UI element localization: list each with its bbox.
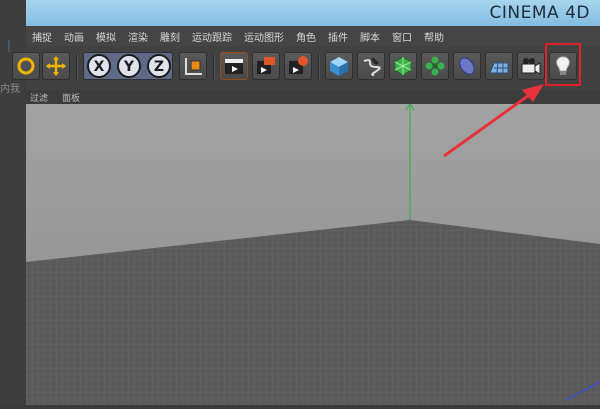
render-picture-viewer-button[interactable] [252, 52, 280, 80]
menu-bar: 捕捉 动画 模拟 渲染 雕刻 运动跟踪 运动图形 角色 插件 脚本 窗口 帮助 [26, 26, 600, 46]
menu-item-help[interactable]: 帮助 [418, 29, 450, 44]
svg-text:Z: Z [154, 59, 164, 75]
light-button-highlight-box [545, 43, 581, 86]
render-settings-icon [289, 56, 308, 74]
render-view-button[interactable] [220, 52, 248, 80]
title-bar: CINEMA 4D [26, 0, 600, 26]
menu-item-motion-tracking[interactable]: 运动跟踪 [186, 29, 238, 44]
left-panel-label: 内我 [0, 84, 20, 95]
toolbar-separator [213, 54, 215, 80]
menu-item-render[interactable]: 渲染 [122, 29, 154, 44]
axis-z-icon: Z [147, 54, 171, 78]
menu-item-simulate[interactable]: 模拟 [90, 29, 122, 44]
viewport-canvas [26, 102, 600, 405]
menu-item-script[interactable]: 脚本 [354, 29, 386, 44]
coordinate-system-button[interactable] [179, 52, 207, 80]
menu-item-snap[interactable]: 捕捉 [26, 29, 58, 44]
menu-item-mograph[interactable]: 运动图形 [238, 29, 290, 44]
toolbar-separator [318, 54, 320, 80]
subdivision-surface-button[interactable] [389, 52, 417, 80]
app-title: CINEMA 4D [489, 3, 590, 23]
floor-icon [489, 62, 509, 74]
render-settings-button[interactable] [284, 52, 312, 80]
axis-z-button[interactable]: Z [145, 52, 173, 80]
menu-item-window[interactable]: 窗口 [386, 29, 418, 44]
viewport-menu-filter[interactable]: 过滤 [26, 91, 52, 104]
spline-pen-icon [363, 57, 381, 76]
subdivision-surface-icon [394, 56, 412, 76]
array-icon [425, 56, 445, 76]
menu-item-animation[interactable]: 动画 [58, 29, 90, 44]
svg-text:Y: Y [123, 59, 135, 75]
camera-button[interactable] [517, 52, 545, 80]
array-button[interactable] [421, 52, 449, 80]
coordinate-system-icon [185, 58, 202, 75]
render-view-icon [225, 59, 243, 74]
left-panel-fragment [0, 40, 10, 52]
toolbar-separator [76, 54, 78, 80]
axis-x-button[interactable]: X [85, 52, 113, 80]
rotate-tool-button[interactable] [12, 52, 40, 80]
rotate-icon [17, 57, 35, 75]
3d-viewport[interactable] [26, 102, 600, 405]
axis-x-icon: X [87, 54, 111, 78]
floor-button[interactable] [485, 52, 513, 80]
svg-text:X: X [94, 59, 105, 75]
camera-icon [521, 58, 541, 75]
axis-y-button[interactable]: Y [115, 52, 143, 80]
cube-icon [330, 57, 348, 76]
cube-button[interactable] [325, 52, 353, 80]
viewport-menu-bar: 过滤 面板 [26, 90, 600, 104]
menu-item-character[interactable]: 角色 [290, 29, 322, 44]
move-tool-button[interactable] [42, 52, 70, 80]
main-toolbar: X Y Z [12, 46, 600, 90]
axis-y-icon: Y [117, 54, 141, 78]
deformer-icon [459, 57, 475, 75]
viewport-menu-panel[interactable]: 面板 [58, 91, 84, 104]
spline-pen-button[interactable] [357, 52, 385, 80]
menu-item-plugins[interactable]: 插件 [322, 29, 354, 44]
deformer-button[interactable] [453, 52, 481, 80]
render-picture-viewer-icon [257, 57, 275, 74]
move-icon [46, 56, 66, 76]
menu-item-sculpt[interactable]: 雕刻 [154, 29, 186, 44]
